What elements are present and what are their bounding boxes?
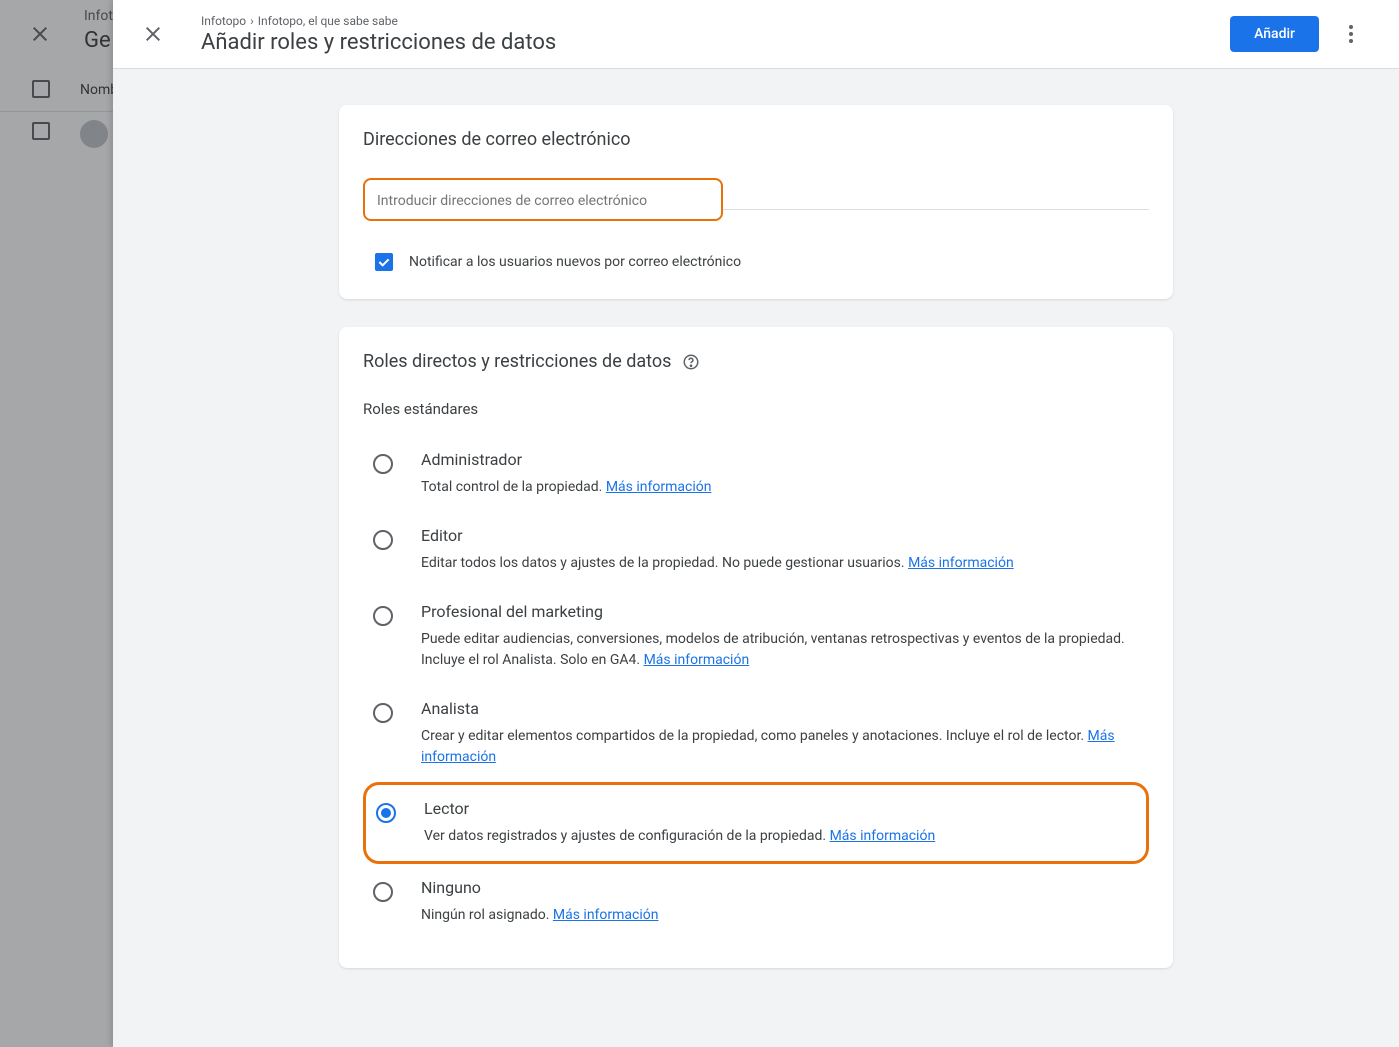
role-none[interactable]: Ninguno Ningún rol asignado. Más informac… xyxy=(363,864,1149,940)
roles-help-button[interactable] xyxy=(682,353,700,371)
breadcrumb: Infotopo › Infotopo, el que sabe sabe xyxy=(201,14,1230,28)
check-icon xyxy=(376,254,392,270)
role-editor[interactable]: Editor Editar todos los datos y ajustes d… xyxy=(363,512,1149,588)
role-radio-viewer[interactable] xyxy=(376,803,396,823)
role-name-analyst: Analista xyxy=(421,699,1139,718)
role-radio-marketer[interactable] xyxy=(373,606,393,626)
role-learn-more-none[interactable]: Más información xyxy=(553,907,659,923)
role-name-editor: Editor xyxy=(421,526,1139,545)
role-radio-none[interactable] xyxy=(373,882,393,902)
email-input-highlight xyxy=(363,178,723,221)
role-learn-more-admin[interactable]: Más información xyxy=(606,479,712,495)
role-desc-editor: Editar todos los datos y ajustes de la p… xyxy=(421,553,1139,574)
role-body-marketer: Profesional del marketing Puede editar au… xyxy=(421,602,1139,671)
role-desc-admin: Total control de la propiedad. Más infor… xyxy=(421,477,1139,498)
breadcrumb-leaf[interactable]: Infotopo, el que sabe sabe xyxy=(258,14,398,28)
roles-card-title-text: Roles directos y restricciones de datos xyxy=(363,351,671,372)
page-title: Añadir roles y restricciones de datos xyxy=(201,30,1230,55)
role-name-marketer: Profesional del marketing xyxy=(421,602,1139,621)
role-learn-more-marketer[interactable]: Más información xyxy=(644,652,750,668)
role-learn-more-analyst[interactable]: Más información xyxy=(421,728,1115,765)
role-desc-none: Ningún rol asignado. Más información xyxy=(421,905,1139,926)
email-underline xyxy=(723,209,1149,210)
backdrop-overlay xyxy=(0,0,113,1047)
role-radio-admin[interactable] xyxy=(373,454,393,474)
email-card-title: Direcciones de correo electrónico xyxy=(363,129,1149,150)
role-admin[interactable]: Administrador Total control de la propied… xyxy=(363,436,1149,512)
modal-header: Infotopo › Infotopo, el que sabe sabe Añ… xyxy=(113,0,1399,69)
roles-card: Roles directos y restricciones de datos … xyxy=(339,327,1173,968)
email-card: Direcciones de correo electrónico Notifi… xyxy=(339,105,1173,299)
email-input[interactable] xyxy=(377,193,709,209)
close-button[interactable] xyxy=(129,10,177,58)
role-name-none: Ninguno xyxy=(421,878,1139,897)
close-icon xyxy=(141,22,165,46)
notify-checkbox[interactable] xyxy=(375,253,393,271)
role-radio-editor[interactable] xyxy=(373,530,393,550)
role-analyst[interactable]: Analista Crear y editar elementos compart… xyxy=(363,685,1149,782)
breadcrumb-root[interactable]: Infotopo xyxy=(201,14,246,28)
role-body-admin: Administrador Total control de la propied… xyxy=(421,450,1139,498)
role-body-editor: Editor Editar todos los datos y ajustes d… xyxy=(421,526,1139,574)
role-name-viewer: Lector xyxy=(424,799,1136,818)
modal-body[interactable]: Direcciones de correo electrónico Notifi… xyxy=(113,69,1399,1047)
role-body-none: Ninguno Ningún rol asignado. Más informac… xyxy=(421,878,1139,926)
roles-list: Administrador Total control de la propied… xyxy=(363,436,1149,940)
role-learn-more-editor[interactable]: Más información xyxy=(908,555,1014,571)
notify-label: Notificar a los usuarios nuevos por corr… xyxy=(409,254,741,270)
role-desc-viewer: Ver datos registrados y ajustes de confi… xyxy=(424,826,1136,847)
role-desc-analyst: Crear y editar elementos compartidos de … xyxy=(421,726,1139,768)
chevron-right-icon: › xyxy=(250,14,254,28)
role-viewer[interactable]: Lector Ver datos registrados y ajustes de… xyxy=(363,782,1149,864)
more-options-button[interactable] xyxy=(1327,10,1375,58)
more-vert-icon xyxy=(1339,22,1363,46)
role-name-admin: Administrador xyxy=(421,450,1139,469)
role-radio-analyst[interactable] xyxy=(373,703,393,723)
role-body-analyst: Analista Crear y editar elementos compart… xyxy=(421,699,1139,768)
role-learn-more-viewer[interactable]: Más información xyxy=(830,828,936,844)
modal-panel: Infotopo › Infotopo, el que sabe sabe Añ… xyxy=(113,0,1399,1047)
roles-subhead: Roles estándares xyxy=(363,400,1149,418)
role-body-viewer: Lector Ver datos registrados y ajustes de… xyxy=(424,799,1136,847)
role-marketer[interactable]: Profesional del marketing Puede editar au… xyxy=(363,588,1149,685)
role-desc-marketer: Puede editar audiencias, conversiones, m… xyxy=(421,629,1139,671)
add-button[interactable]: Añadir xyxy=(1230,16,1319,52)
roles-card-title: Roles directos y restricciones de datos xyxy=(363,351,1149,372)
help-icon xyxy=(682,353,700,371)
